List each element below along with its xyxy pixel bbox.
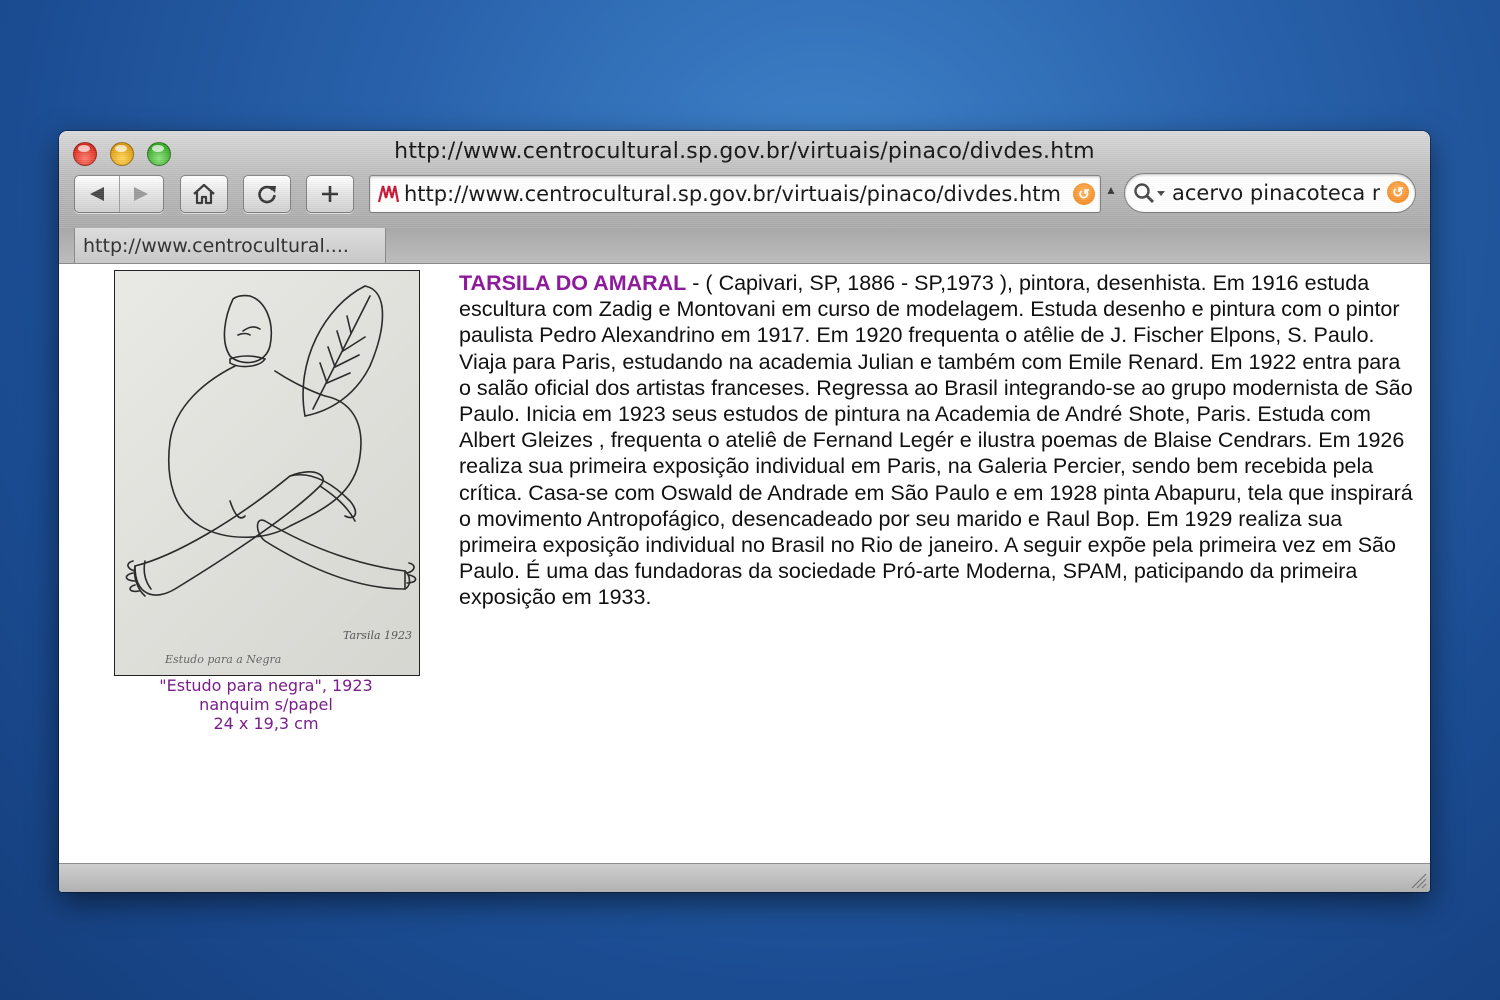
artist-name: TARSILA DO AMARAL: [459, 271, 687, 295]
resize-grip-icon[interactable]: [1407, 869, 1427, 889]
add-bookmark-button[interactable]: [306, 175, 354, 213]
artwork-handwritten-title: Estudo para a Negra: [164, 653, 281, 666]
page-content: Tarsila 1923 Estudo para a Negra "Estudo…: [59, 264, 1430, 864]
magnifier-icon[interactable]: [1133, 182, 1167, 204]
home-icon: [193, 183, 215, 205]
address-input[interactable]: http://www.centrocultural.sp.gov.br/virt…: [404, 182, 1061, 206]
tab-bar: http://www.centrocultural....: [59, 228, 1430, 264]
toolbar-resize-caret-icon[interactable]: ▲: [1105, 183, 1117, 197]
biography-body: - ( Capivari, SP, 1886 - SP,1973 ), pint…: [459, 271, 1413, 610]
forward-arrow-icon: [134, 187, 149, 201]
address-bar[interactable]: http://www.centrocultural.sp.gov.br/virt…: [369, 175, 1101, 213]
artwork-image: Tarsila 1923 Estudo para a Negra: [114, 270, 420, 676]
artwork-caption: "Estudo para negra", 1923 nanquim s/pape…: [114, 676, 418, 733]
caption-medium: nanquim s/papel: [199, 695, 333, 714]
forward-button[interactable]: [119, 176, 163, 212]
caption-dimensions: 24 x 19,3 cm: [213, 714, 319, 733]
back-arrow-icon: [89, 187, 104, 201]
drawing-sketch: Tarsila 1923 Estudo para a Negra: [125, 285, 417, 666]
caption-title: "Estudo para negra", 1923: [159, 676, 373, 695]
search-input[interactable]: acervo pinacoteca m: [1172, 181, 1380, 205]
snapback-icon[interactable]: ↺: [1073, 183, 1095, 205]
tab-current[interactable]: http://www.centrocultural....: [74, 228, 386, 263]
tab-label: http://www.centrocultural....: [83, 235, 349, 257]
plus-icon: [322, 186, 338, 202]
back-button[interactable]: [75, 176, 119, 212]
site-favicon: [377, 185, 400, 203]
biography-text: TARSILA DO AMARAL - ( Capivari, SP, 1886…: [459, 270, 1414, 611]
status-bar: [59, 863, 1430, 892]
search-snapback-icon[interactable]: ↺: [1387, 181, 1409, 203]
reload-icon: [258, 185, 276, 204]
window-title: http://www.centrocultural.sp.gov.br/virt…: [394, 139, 1095, 164]
reload-button[interactable]: [243, 175, 291, 213]
browser-toolbar: http://www.centrocultural.sp.gov.br/virt…: [59, 131, 1430, 229]
home-button[interactable]: [180, 175, 228, 213]
back-forward-group: [74, 175, 164, 213]
browser-window: http://www.centrocultural.sp.gov.br/virt…: [59, 131, 1430, 892]
search-field[interactable]: acervo pinacoteca m ↺: [1124, 173, 1416, 213]
artwork-signature: Tarsila 1923: [343, 629, 412, 642]
